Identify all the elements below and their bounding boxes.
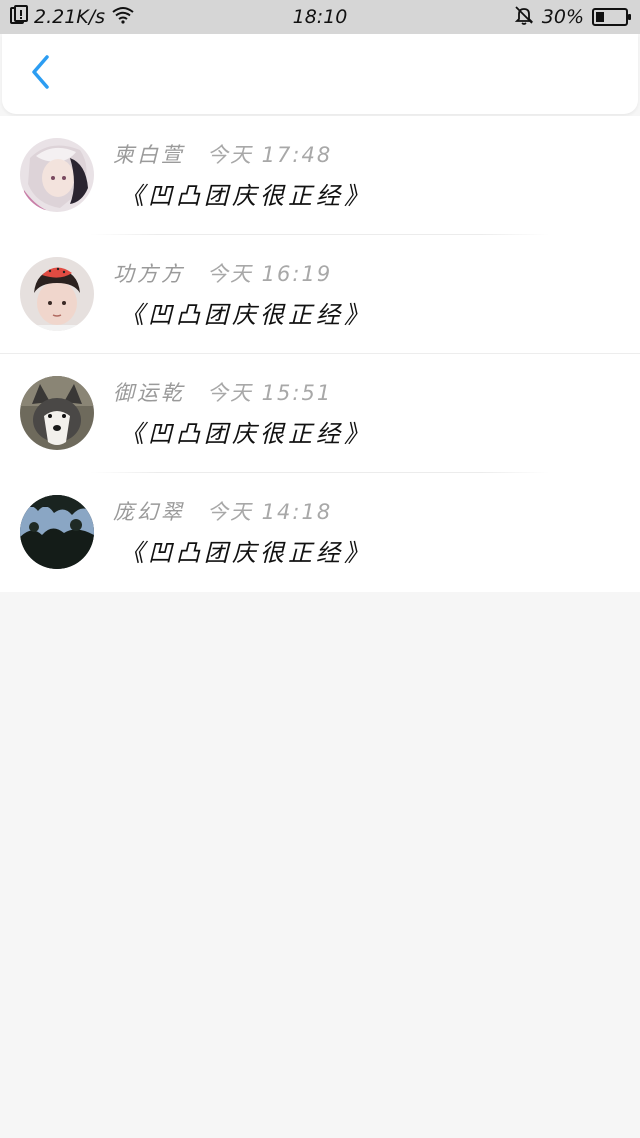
avatar[interactable]: [20, 495, 94, 569]
list-item[interactable]: 柬白萱 今天 17:48 《凹凸团庆很正经》: [0, 116, 640, 235]
comment-header: 庞幻翠 今天 14:18: [113, 496, 332, 526]
battery-icon: [592, 8, 631, 26]
avatar[interactable]: [20, 257, 94, 331]
comment-header: 御运乾 今天 15:51: [113, 377, 332, 407]
comment-text: 《凹凸团庆很正经》: [120, 182, 372, 210]
mute-bell-icon: [514, 5, 534, 30]
comment-text: 《凹凸团庆很正经》: [120, 301, 372, 329]
comment-list: 柬白萱 今天 17:48 《凹凸团庆很正经》 功方方 今天 16:19 《凹凸团…: [0, 116, 640, 592]
timestamp: 今天 16:19: [207, 262, 333, 286]
battery-level: [596, 12, 605, 22]
timestamp: 今天 15:51: [207, 381, 333, 405]
list-item[interactable]: 功方方 今天 16:19 《凹凸团庆很正经》: [0, 235, 640, 354]
user-name[interactable]: 功方方: [113, 258, 185, 288]
notification-icon: [10, 4, 28, 30]
network-speed: 2.21K/s: [34, 6, 106, 28]
back-button[interactable]: [20, 54, 60, 94]
status-left: 2.21K/s: [10, 4, 135, 30]
user-name[interactable]: 御运乾: [113, 377, 185, 407]
status-bar: 2.21K/s 18:10 30%: [0, 0, 640, 34]
timestamp: 今天 17:48: [207, 143, 333, 167]
battery-percent: 30%: [541, 6, 584, 28]
avatar[interactable]: [20, 138, 94, 212]
list-item[interactable]: 庞幻翠 今天 14:18 《凹凸团庆很正经》: [0, 473, 640, 592]
avatar[interactable]: [20, 376, 94, 450]
comment-header: 功方方 今天 16:19: [113, 258, 332, 288]
user-name[interactable]: 庞幻翠: [113, 496, 185, 526]
timestamp: 今天 14:18: [207, 500, 333, 524]
nav-bar: [2, 34, 638, 114]
wifi-icon: [111, 6, 135, 29]
chevron-left-icon: [29, 54, 51, 94]
status-right: 30%: [514, 5, 631, 30]
comment-text: 《凹凸团庆很正经》: [120, 539, 372, 567]
comment-header: 柬白萱 今天 17:48: [113, 139, 332, 169]
comment-text: 《凹凸团庆很正经》: [120, 420, 372, 448]
list-item[interactable]: 御运乾 今天 15:51 《凹凸团庆很正经》: [0, 354, 640, 473]
user-name[interactable]: 柬白萱: [113, 139, 185, 169]
